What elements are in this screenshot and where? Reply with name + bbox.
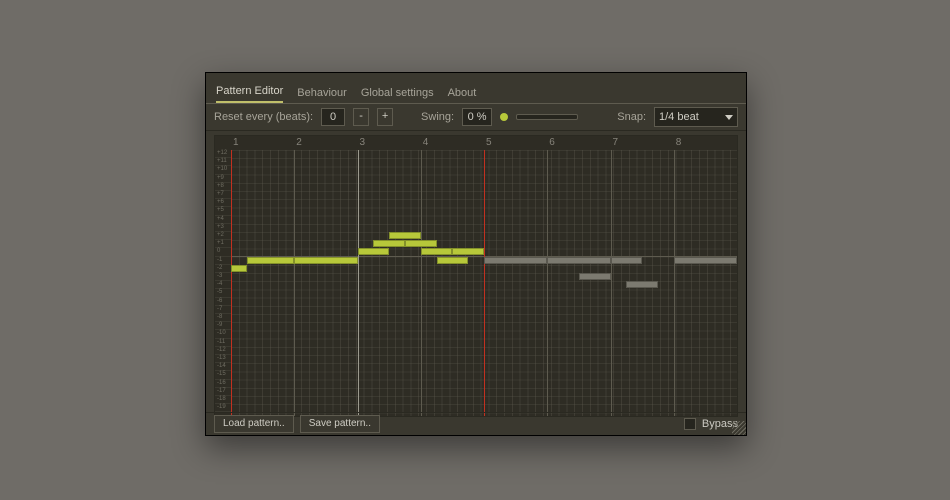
- gutter-label: +10: [217, 166, 227, 172]
- pattern-note[interactable]: [421, 248, 453, 255]
- pattern-note[interactable]: [405, 240, 437, 247]
- bypass-checkbox[interactable]: [684, 418, 696, 430]
- gutter-label: -13: [217, 355, 226, 361]
- gutter-label: +7: [217, 191, 224, 197]
- pattern-note[interactable]: [611, 257, 643, 264]
- pattern-note[interactable]: [294, 257, 357, 264]
- gutter-label: +11: [217, 158, 227, 164]
- beat-divider: [547, 150, 548, 416]
- pattern-note[interactable]: [452, 248, 484, 255]
- resize-handle-icon[interactable]: [732, 421, 746, 435]
- pattern-note[interactable]: [247, 257, 294, 264]
- ruler-beat-3: 3: [360, 137, 366, 148]
- gutter-label: -8: [217, 314, 222, 320]
- footer: Load pattern.. Save pattern.. Bypass: [206, 412, 746, 435]
- gutter-label: -6: [217, 298, 222, 304]
- beat-divider: [294, 150, 295, 416]
- gutter-label: -16: [217, 380, 226, 386]
- snap-label: Snap:: [617, 111, 646, 123]
- beat-divider: [611, 150, 612, 416]
- gutter-label: -14: [217, 363, 226, 369]
- swing-slider[interactable]: [516, 114, 578, 120]
- gutter-label: -19: [217, 404, 226, 410]
- ruler-beat-6: 6: [549, 137, 555, 148]
- pattern-grid[interactable]: [231, 150, 737, 416]
- gutter-label: +12: [217, 150, 227, 156]
- reset-decrement-button[interactable]: -: [353, 108, 369, 126]
- gutter-label: +1: [217, 240, 224, 246]
- snap-select-value: 1/4 beat: [659, 111, 699, 123]
- playhead: [231, 150, 232, 416]
- reset-increment-button[interactable]: +: [377, 108, 393, 126]
- reset-label: Reset every (beats):: [214, 111, 313, 123]
- pattern-note[interactable]: [579, 273, 611, 280]
- pattern-note[interactable]: [358, 248, 390, 255]
- gutter-label: +9: [217, 175, 224, 181]
- gutter-label: -10: [217, 330, 226, 336]
- playhead: [484, 150, 485, 416]
- tab-about[interactable]: About: [448, 87, 477, 103]
- bar-divider: [358, 150, 359, 416]
- pattern-note[interactable]: [547, 257, 610, 264]
- swing-value[interactable]: 0 %: [462, 108, 492, 126]
- chevron-down-icon: [725, 115, 733, 120]
- ruler-beat-5: 5: [486, 137, 492, 148]
- gutter-label: -2: [217, 265, 222, 271]
- pitch-gutter: +12+11+10+9+8+7+6+5+4+3+2+10-1-2-3-4-5-6…: [215, 150, 232, 416]
- gutter-label: -7: [217, 306, 222, 312]
- gutter-label: -18: [217, 396, 226, 402]
- tab-behaviour[interactable]: Behaviour: [297, 87, 347, 103]
- gutter-label: +2: [217, 232, 224, 238]
- ruler-beat-1: 1: [233, 137, 239, 148]
- beat-divider: [674, 150, 675, 416]
- gutter-label: +8: [217, 183, 224, 189]
- gutter-label: -5: [217, 289, 222, 295]
- toolbar: Reset every (beats): 0 - + Swing: 0 % Sn…: [206, 104, 746, 131]
- save-pattern-button[interactable]: Save pattern..: [300, 415, 380, 433]
- ruler-beat-7: 7: [613, 137, 619, 148]
- beat-divider: [421, 150, 422, 416]
- gutter-label: 0: [217, 248, 220, 254]
- gutter-label: +5: [217, 207, 224, 213]
- ruler-beat-2: 2: [296, 137, 302, 148]
- gutter-label: -15: [217, 371, 226, 377]
- gutter-label: -1: [217, 257, 222, 263]
- pattern-note[interactable]: [437, 257, 469, 264]
- gutter-label: -12: [217, 347, 226, 353]
- pattern-note[interactable]: [389, 232, 421, 239]
- ruler-beat-8: 8: [676, 137, 682, 148]
- snap-select[interactable]: 1/4 beat: [654, 107, 738, 127]
- reset-value[interactable]: 0: [321, 108, 345, 126]
- plugin-window: Pattern Editor Behaviour Global settings…: [205, 72, 747, 436]
- tab-pattern-editor[interactable]: Pattern Editor: [216, 85, 283, 103]
- pattern-note[interactable]: [626, 281, 658, 288]
- pattern-note[interactable]: [231, 265, 247, 272]
- beat-ruler[interactable]: 1 2 3 4 5 6 7 8: [231, 136, 737, 151]
- gutter-label: +6: [217, 199, 224, 205]
- gutter-label: +4: [217, 216, 224, 222]
- swing-label: Swing:: [421, 111, 454, 123]
- gutter-label: -17: [217, 388, 226, 394]
- load-pattern-button[interactable]: Load pattern..: [214, 415, 294, 433]
- swing-led-icon: [500, 113, 508, 121]
- gutter-label: +3: [217, 224, 224, 230]
- pattern-editor: 12345678 +12+11+10+9+8+7+6+5+4+3+2+10-1-…: [214, 135, 738, 417]
- ruler-beat-4: 4: [423, 137, 429, 148]
- pattern-note[interactable]: [484, 257, 547, 264]
- gutter-label: -11: [217, 339, 225, 345]
- tab-global-settings[interactable]: Global settings: [361, 87, 434, 103]
- pattern-note[interactable]: [373, 240, 405, 247]
- tab-bar: Pattern Editor Behaviour Global settings…: [206, 73, 746, 104]
- gutter-label: -3: [217, 273, 222, 279]
- pattern-note[interactable]: [674, 257, 737, 264]
- gutter-label: -9: [217, 322, 222, 328]
- gutter-label: -4: [217, 281, 222, 287]
